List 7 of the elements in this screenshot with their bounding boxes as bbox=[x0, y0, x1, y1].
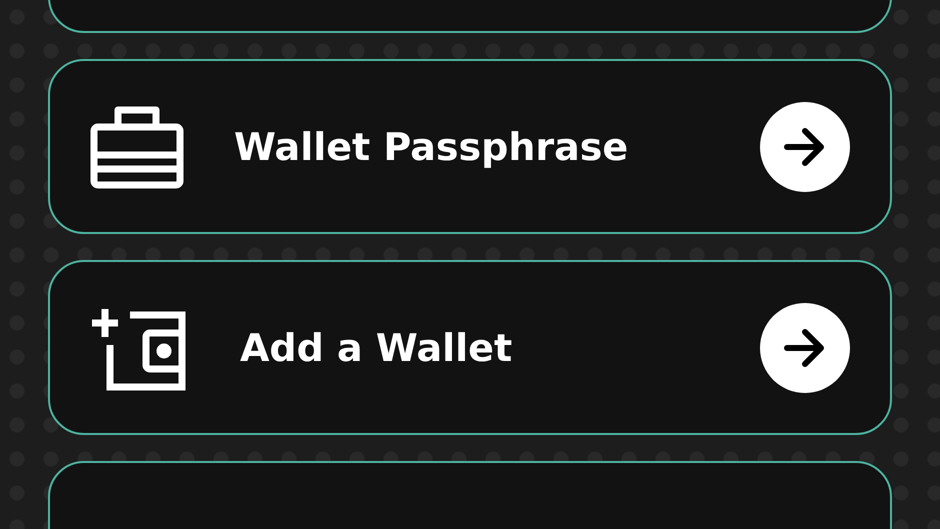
menu-label: Add a Wallet bbox=[240, 326, 514, 370]
arrow-right-icon bbox=[783, 126, 827, 166]
arrow-right-icon bbox=[783, 328, 827, 368]
menu-label: Wallet Passphrase bbox=[234, 124, 630, 168]
menu-card[interactable]: Add a Wallet bbox=[48, 260, 892, 435]
briefcase-icon bbox=[90, 104, 184, 188]
menu-card[interactable]: Wallet Passphrase bbox=[48, 59, 892, 234]
